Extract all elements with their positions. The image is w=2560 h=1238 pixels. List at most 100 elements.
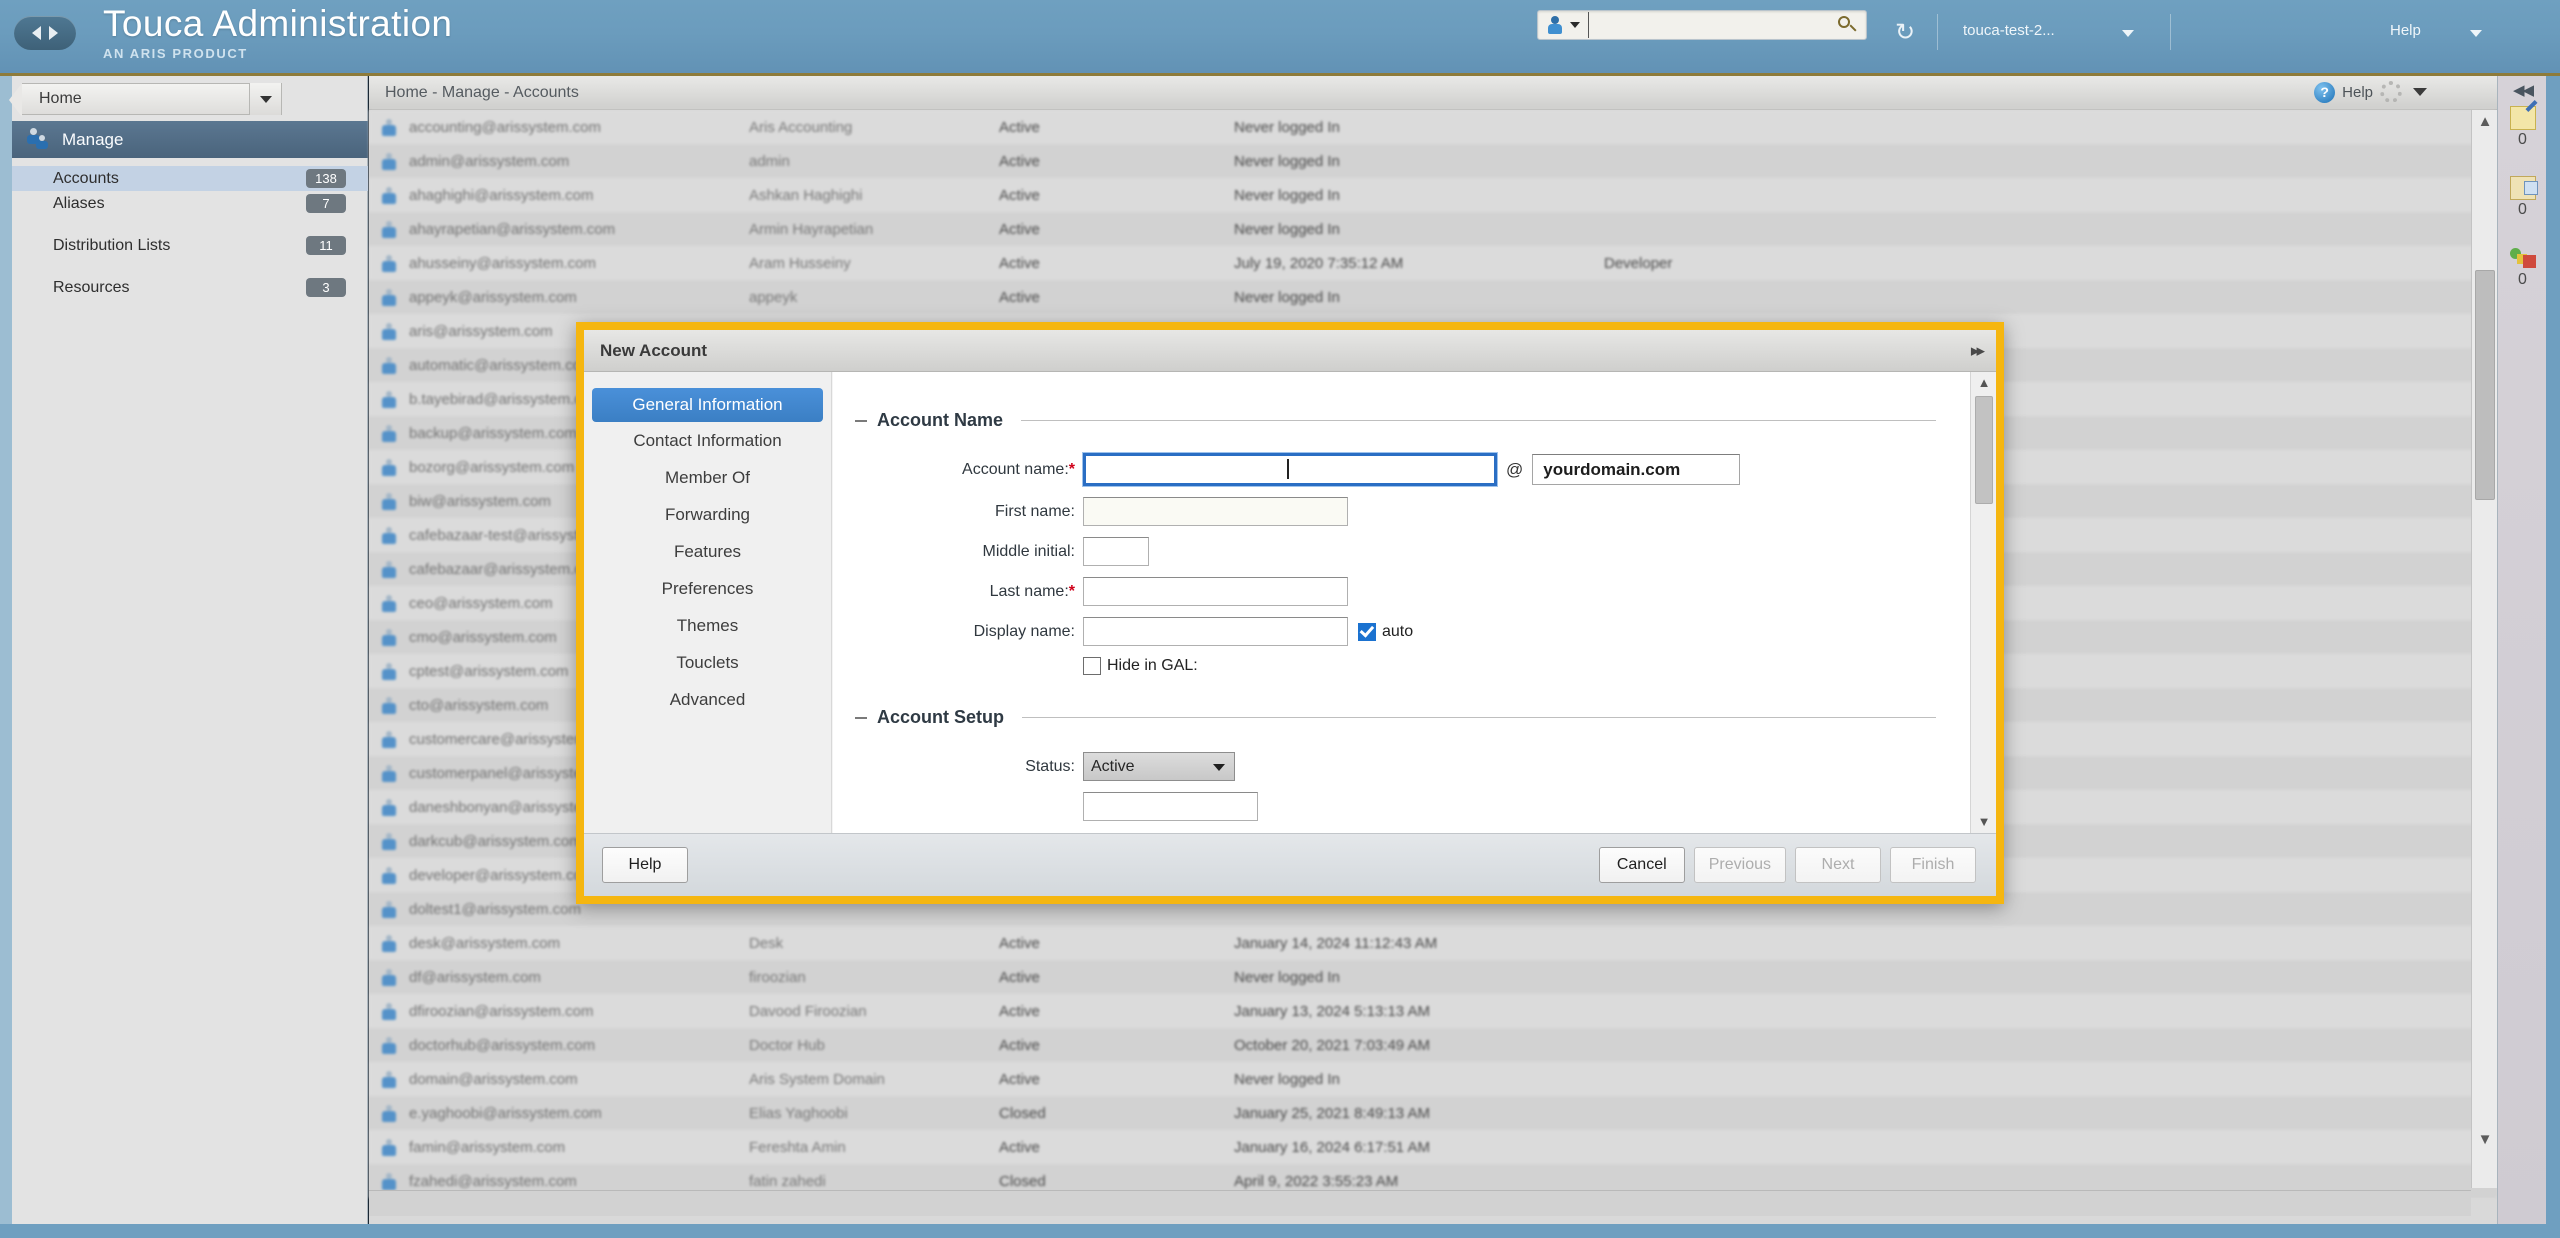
cell-name: firoozian: [749, 968, 806, 986]
refresh-icon[interactable]: ↻: [1890, 18, 1920, 48]
nav-arrows[interactable]: [14, 16, 76, 50]
help-chevron-down-icon[interactable]: [2470, 30, 2482, 37]
table-row[interactable]: ahusseiny@arissystem.com Aram Husseiny Act…: [369, 246, 2497, 280]
cancel-button[interactable]: Cancel: [1598, 847, 1685, 883]
sidebar-item-resources[interactable]: Resources 3: [12, 275, 368, 300]
table-row[interactable]: famin@arissystem.com Fereshta Amin Active J…: [369, 1130, 2497, 1164]
scrollbar-thumb[interactable]: [2475, 270, 2495, 500]
account-icon[interactable]: [1545, 15, 1565, 35]
content-chevron-down-icon[interactable]: [2413, 88, 2427, 96]
user-chevron-down-icon[interactable]: [2122, 30, 2134, 37]
sidebar-home-chevron-down-icon[interactable]: [249, 83, 281, 115]
status-icon[interactable]: [2509, 246, 2536, 270]
table-row[interactable]: accounting@arissystem.com Aris Accounting…: [369, 110, 2497, 144]
domain-value[interactable]: yourdomain.com: [1532, 454, 1741, 485]
header-help-label[interactable]: Help: [2390, 22, 2421, 39]
account-icon: [381, 832, 397, 850]
table-row[interactable]: ahayrapetian@arissystem.com Armin Hayrape…: [369, 212, 2497, 246]
cell-status: Active: [999, 254, 1040, 272]
table-row[interactable]: appeyk@arissystem.com appeyk Active Never l…: [369, 280, 2497, 314]
expand-icon[interactable]: ▸▸: [1971, 341, 1985, 361]
table-vertical-scrollbar[interactable]: ▲ ▼: [2471, 110, 2497, 1188]
cell-last-login: July 19, 2020 7:35:12 AM: [1234, 254, 1404, 272]
sidebar-home-button[interactable]: Home: [9, 83, 282, 117]
middle-initial-input[interactable]: [1083, 537, 1149, 566]
cell-name: fatin zahedi: [749, 1172, 826, 1190]
scroll-down-icon[interactable]: ▼: [2472, 1128, 2498, 1152]
first-name-input[interactable]: [1083, 497, 1348, 526]
collapse-left-icon[interactable]: ◀◀: [2498, 76, 2547, 106]
password-input[interactable]: [1083, 792, 1258, 821]
manage-users-icon: [24, 127, 54, 152]
table-row[interactable]: desk@arissystem.com Desk Active January 14,…: [369, 926, 2497, 960]
table-row[interactable]: df@arissystem.com firoozian Active Never lo…: [369, 960, 2497, 994]
user-menu-label[interactable]: touca-test-2...: [1963, 22, 2055, 39]
dialog-tab-preferences[interactable]: Preferences: [584, 570, 831, 607]
arrow-left-icon[interactable]: [32, 26, 41, 40]
fieldset-collapse-icon-2[interactable]: [855, 716, 867, 719]
finish-button[interactable]: Finish: [1890, 847, 1976, 883]
scroll-up-icon[interactable]: ▲: [2472, 110, 2498, 134]
sidebar-item-aliases[interactable]: Aliases 7: [12, 191, 368, 216]
search-input[interactable]: [1588, 12, 1836, 38]
dialog-scrollbar-thumb[interactable]: [1975, 396, 1993, 504]
dialog-tab-general-information[interactable]: General Information: [592, 388, 823, 422]
dialog-tab-touclets[interactable]: Touclets: [584, 644, 831, 681]
help-button[interactable]: Help: [602, 847, 688, 883]
table-horizontal-scrollbar[interactable]: [369, 1190, 2471, 1216]
account-icon: [381, 696, 397, 714]
hide-in-gal-checkbox[interactable]: [1083, 657, 1101, 675]
sidebar-section-manage[interactable]: Manage: [12, 121, 368, 158]
dialog-vertical-scrollbar[interactable]: ▲ ▼: [1970, 372, 1996, 833]
dialog-scroll-up-icon[interactable]: ▲: [1971, 372, 1997, 394]
arrow-right-icon[interactable]: [49, 26, 58, 40]
account-icon: [381, 526, 397, 544]
content-help-label[interactable]: Help: [2342, 84, 2373, 101]
rail-item-draft[interactable]: 0: [2498, 176, 2547, 246]
sidebar-item-accounts[interactable]: Accounts 138: [12, 166, 368, 191]
gear-icon[interactable]: [2380, 81, 2402, 103]
cell-last-login: October 20, 2021 7:03:49 AM: [1234, 1036, 1430, 1054]
select-chevron-down-icon[interactable]: [1213, 764, 1225, 771]
dialog-tab-contact-information[interactable]: Contact Information: [584, 422, 831, 459]
auto-checkbox[interactable]: [1358, 622, 1376, 641]
table-row[interactable]: ahaghighi@arissystem.com Ashkan Haghighi A…: [369, 178, 2497, 212]
table-row[interactable]: doctorhub@arissystem.com Doctor Hub Active…: [369, 1028, 2497, 1062]
cell-last-login: Never logged In: [1234, 118, 1340, 136]
question-icon[interactable]: ?: [2314, 81, 2336, 103]
dialog-tab-advanced[interactable]: Advanced: [584, 681, 831, 718]
search-icon[interactable]: [1836, 14, 1858, 36]
dialog-tab-member-of[interactable]: Member Of: [584, 459, 831, 496]
last-name-input[interactable]: [1083, 577, 1348, 606]
account-icon: [381, 1002, 397, 1020]
table-row[interactable]: domain@arissystem.com Aris System Domain A…: [369, 1062, 2497, 1096]
dialog-tab-themes[interactable]: Themes: [584, 607, 831, 644]
table-row[interactable]: e.yaghoobi@arissystem.com Elias Yaghoobi C…: [369, 1096, 2497, 1130]
fieldset-rule: [1022, 717, 1936, 718]
content-help-group[interactable]: ? Help: [2314, 81, 2427, 103]
draft-icon[interactable]: [2509, 176, 2538, 200]
dialog-tab-forwarding[interactable]: Forwarding: [584, 496, 831, 533]
dialog-scroll-down-icon[interactable]: ▼: [1971, 811, 1997, 833]
previous-button[interactable]: Previous: [1693, 847, 1786, 883]
account-name-input[interactable]: [1083, 453, 1497, 486]
account-icon: [381, 934, 397, 952]
rail-item-status[interactable]: 0: [2498, 246, 2547, 316]
rail-item-compose[interactable]: 0: [2498, 106, 2547, 176]
chevron-down-icon[interactable]: [1570, 22, 1580, 28]
sidebar-item-distribution-lists[interactable]: Distribution Lists 11: [12, 233, 368, 258]
next-button[interactable]: Next: [1795, 847, 1881, 883]
compose-icon[interactable]: [2509, 106, 2536, 130]
cell-name: Davood Firoozian: [749, 1002, 867, 1020]
table-row[interactable]: dfiroozian@arissystem.com Davood Firoozia…: [369, 994, 2497, 1028]
dialog-tab-features[interactable]: Features: [584, 533, 831, 570]
display-name-input[interactable]: [1083, 617, 1348, 646]
cell-name: Elias Yaghoobi: [749, 1104, 848, 1122]
table-row[interactable]: admin@arissystem.com admin Active Never log…: [369, 144, 2497, 178]
header-divider-2: [2170, 14, 2171, 50]
dialog-tab-label: Preferences: [661, 578, 754, 598]
account-icon: [381, 1070, 397, 1088]
search-box[interactable]: [1537, 10, 1867, 40]
status-select[interactable]: Active: [1083, 752, 1235, 781]
fieldset-collapse-icon[interactable]: [855, 419, 867, 422]
